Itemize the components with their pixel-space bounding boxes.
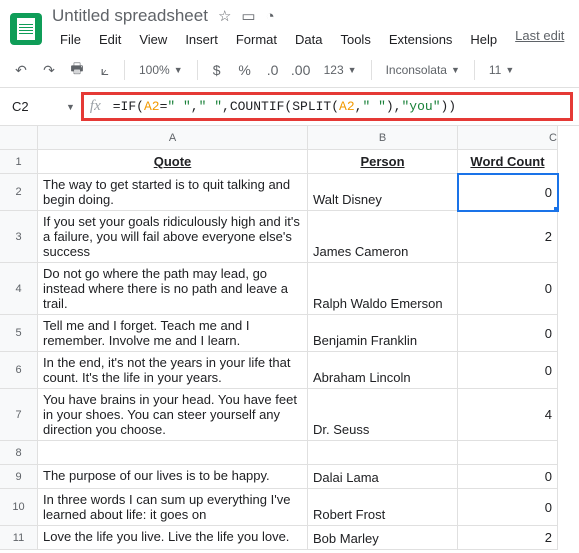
cell[interactable]: Tell me and I forget. Teach me and I rem… (38, 315, 308, 352)
cell[interactable]: 2 (458, 211, 558, 263)
cell[interactable]: Abraham Lincoln (308, 352, 458, 389)
col-header-c[interactable]: C (458, 126, 558, 150)
cell[interactable]: Dr. Seuss (308, 389, 458, 441)
cell[interactable]: 0 (458, 174, 558, 211)
separator (197, 60, 198, 80)
row-header[interactable]: 10 (0, 489, 38, 526)
font-size-dropdown[interactable]: 11▼ (483, 61, 520, 79)
select-all-corner[interactable] (0, 126, 38, 150)
formula-bar-highlight: fx =IF(A2=" "," ",COUNTIF(SPLIT(A2," "),… (81, 92, 573, 121)
cell[interactable]: Bob Marley (308, 526, 458, 550)
row-header[interactable]: 8 (0, 441, 38, 465)
col-header-a[interactable]: A (38, 126, 308, 150)
separator (371, 60, 372, 80)
menu-edit[interactable]: Edit (91, 28, 129, 51)
percent-icon[interactable]: % (234, 59, 256, 81)
fx-icon: fx (90, 98, 101, 115)
cell[interactable] (458, 441, 558, 465)
cell[interactable]: Do not go where the path may lead, go in… (38, 263, 308, 315)
last-edit-link[interactable]: Last edit (515, 28, 564, 51)
cell[interactable]: Ralph Waldo Emerson (308, 263, 458, 315)
header-person[interactable]: Person (308, 150, 458, 174)
row-header[interactable]: 9 (0, 465, 38, 489)
cell[interactable]: 0 (458, 263, 558, 315)
menu-format[interactable]: Format (228, 28, 285, 51)
cell[interactable]: Benjamin Franklin (308, 315, 458, 352)
menu-insert[interactable]: Insert (177, 28, 226, 51)
row-header[interactable]: 11 (0, 526, 38, 550)
redo-icon[interactable]: ↷ (38, 59, 60, 81)
row-header[interactable]: 4 (0, 263, 38, 315)
separator (474, 60, 475, 80)
sheets-logo (10, 13, 42, 45)
cell[interactable]: 0 (458, 465, 558, 489)
menu-data[interactable]: Data (287, 28, 330, 51)
row-header[interactable]: 5 (0, 315, 38, 352)
doc-title[interactable]: Untitled spreadsheet (52, 6, 208, 26)
cell[interactable]: If you set your goals ridiculously high … (38, 211, 308, 263)
row-header[interactable]: 3 (0, 211, 38, 263)
row-header[interactable]: 2 (0, 174, 38, 211)
menu-view[interactable]: View (131, 28, 175, 51)
star-icon[interactable]: ☆ (218, 7, 231, 25)
cell[interactable]: The purpose of our lives is to be happy. (38, 465, 308, 489)
cell[interactable]: Love the life you live. Live the life yo… (38, 526, 308, 550)
cell[interactable]: In the end, it's not the years in your l… (38, 352, 308, 389)
cell[interactable] (38, 441, 308, 465)
paint-format-icon[interactable]: ⟀ (94, 59, 116, 81)
header-quote[interactable]: Quote (38, 150, 308, 174)
cell[interactable]: 0 (458, 489, 558, 526)
toolbar: ↶ ↷ 🖶 ⟀ 100%▼ $ % .0 .00 123▼ Inconsolat… (0, 53, 579, 88)
menubar: File Edit View Insert Format Data Tools … (52, 28, 564, 51)
cell[interactable]: Robert Frost (308, 489, 458, 526)
cell[interactable]: You have brains in your head. You have f… (38, 389, 308, 441)
cell[interactable]: The way to get started is to quit talkin… (38, 174, 308, 211)
currency-icon[interactable]: $ (206, 59, 228, 81)
menu-extensions[interactable]: Extensions (381, 28, 461, 51)
cell-reference[interactable]: C2 (6, 96, 66, 117)
cloud-icon[interactable]: ◔ (266, 8, 275, 25)
row-header[interactable]: 1 (0, 150, 38, 174)
menu-help[interactable]: Help (462, 28, 505, 51)
cell[interactable]: In three words I can sum up everything I… (38, 489, 308, 526)
font-dropdown[interactable]: Inconsolata▼ (380, 61, 466, 79)
menu-tools[interactable]: Tools (332, 28, 378, 51)
spreadsheet-grid[interactable]: 1234567891011 A B C Quote Person Word Co… (0, 126, 579, 550)
cell[interactable]: 2 (458, 526, 558, 550)
zoom-dropdown[interactable]: 100%▼ (133, 61, 189, 79)
name-box-chevron-icon[interactable]: ▼ (66, 102, 75, 112)
col-header-b[interactable]: B (308, 126, 458, 150)
undo-icon[interactable]: ↶ (10, 59, 32, 81)
cell[interactable]: James Cameron (308, 211, 458, 263)
cell[interactable]: 0 (458, 352, 558, 389)
decrease-decimal-icon[interactable]: .0 (262, 59, 284, 81)
increase-decimal-icon[interactable]: .00 (290, 59, 312, 81)
cell[interactable] (308, 441, 458, 465)
row-header[interactable]: 7 (0, 389, 38, 441)
number-format-dropdown[interactable]: 123▼ (318, 61, 363, 79)
menu-file[interactable]: File (52, 28, 89, 51)
cell[interactable]: 4 (458, 389, 558, 441)
cell[interactable]: Walt Disney (308, 174, 458, 211)
header-wordcount[interactable]: Word Count (458, 150, 558, 174)
separator (124, 60, 125, 80)
cell[interactable]: Dalai Lama (308, 465, 458, 489)
move-icon[interactable]: ▭ (241, 7, 255, 25)
cell[interactable]: 0 (458, 315, 558, 352)
print-icon[interactable]: 🖶 (66, 59, 88, 81)
formula-bar[interactable]: =IF(A2=" "," ",COUNTIF(SPLIT(A2," "),"yo… (113, 99, 456, 114)
row-header[interactable]: 6 (0, 352, 38, 389)
